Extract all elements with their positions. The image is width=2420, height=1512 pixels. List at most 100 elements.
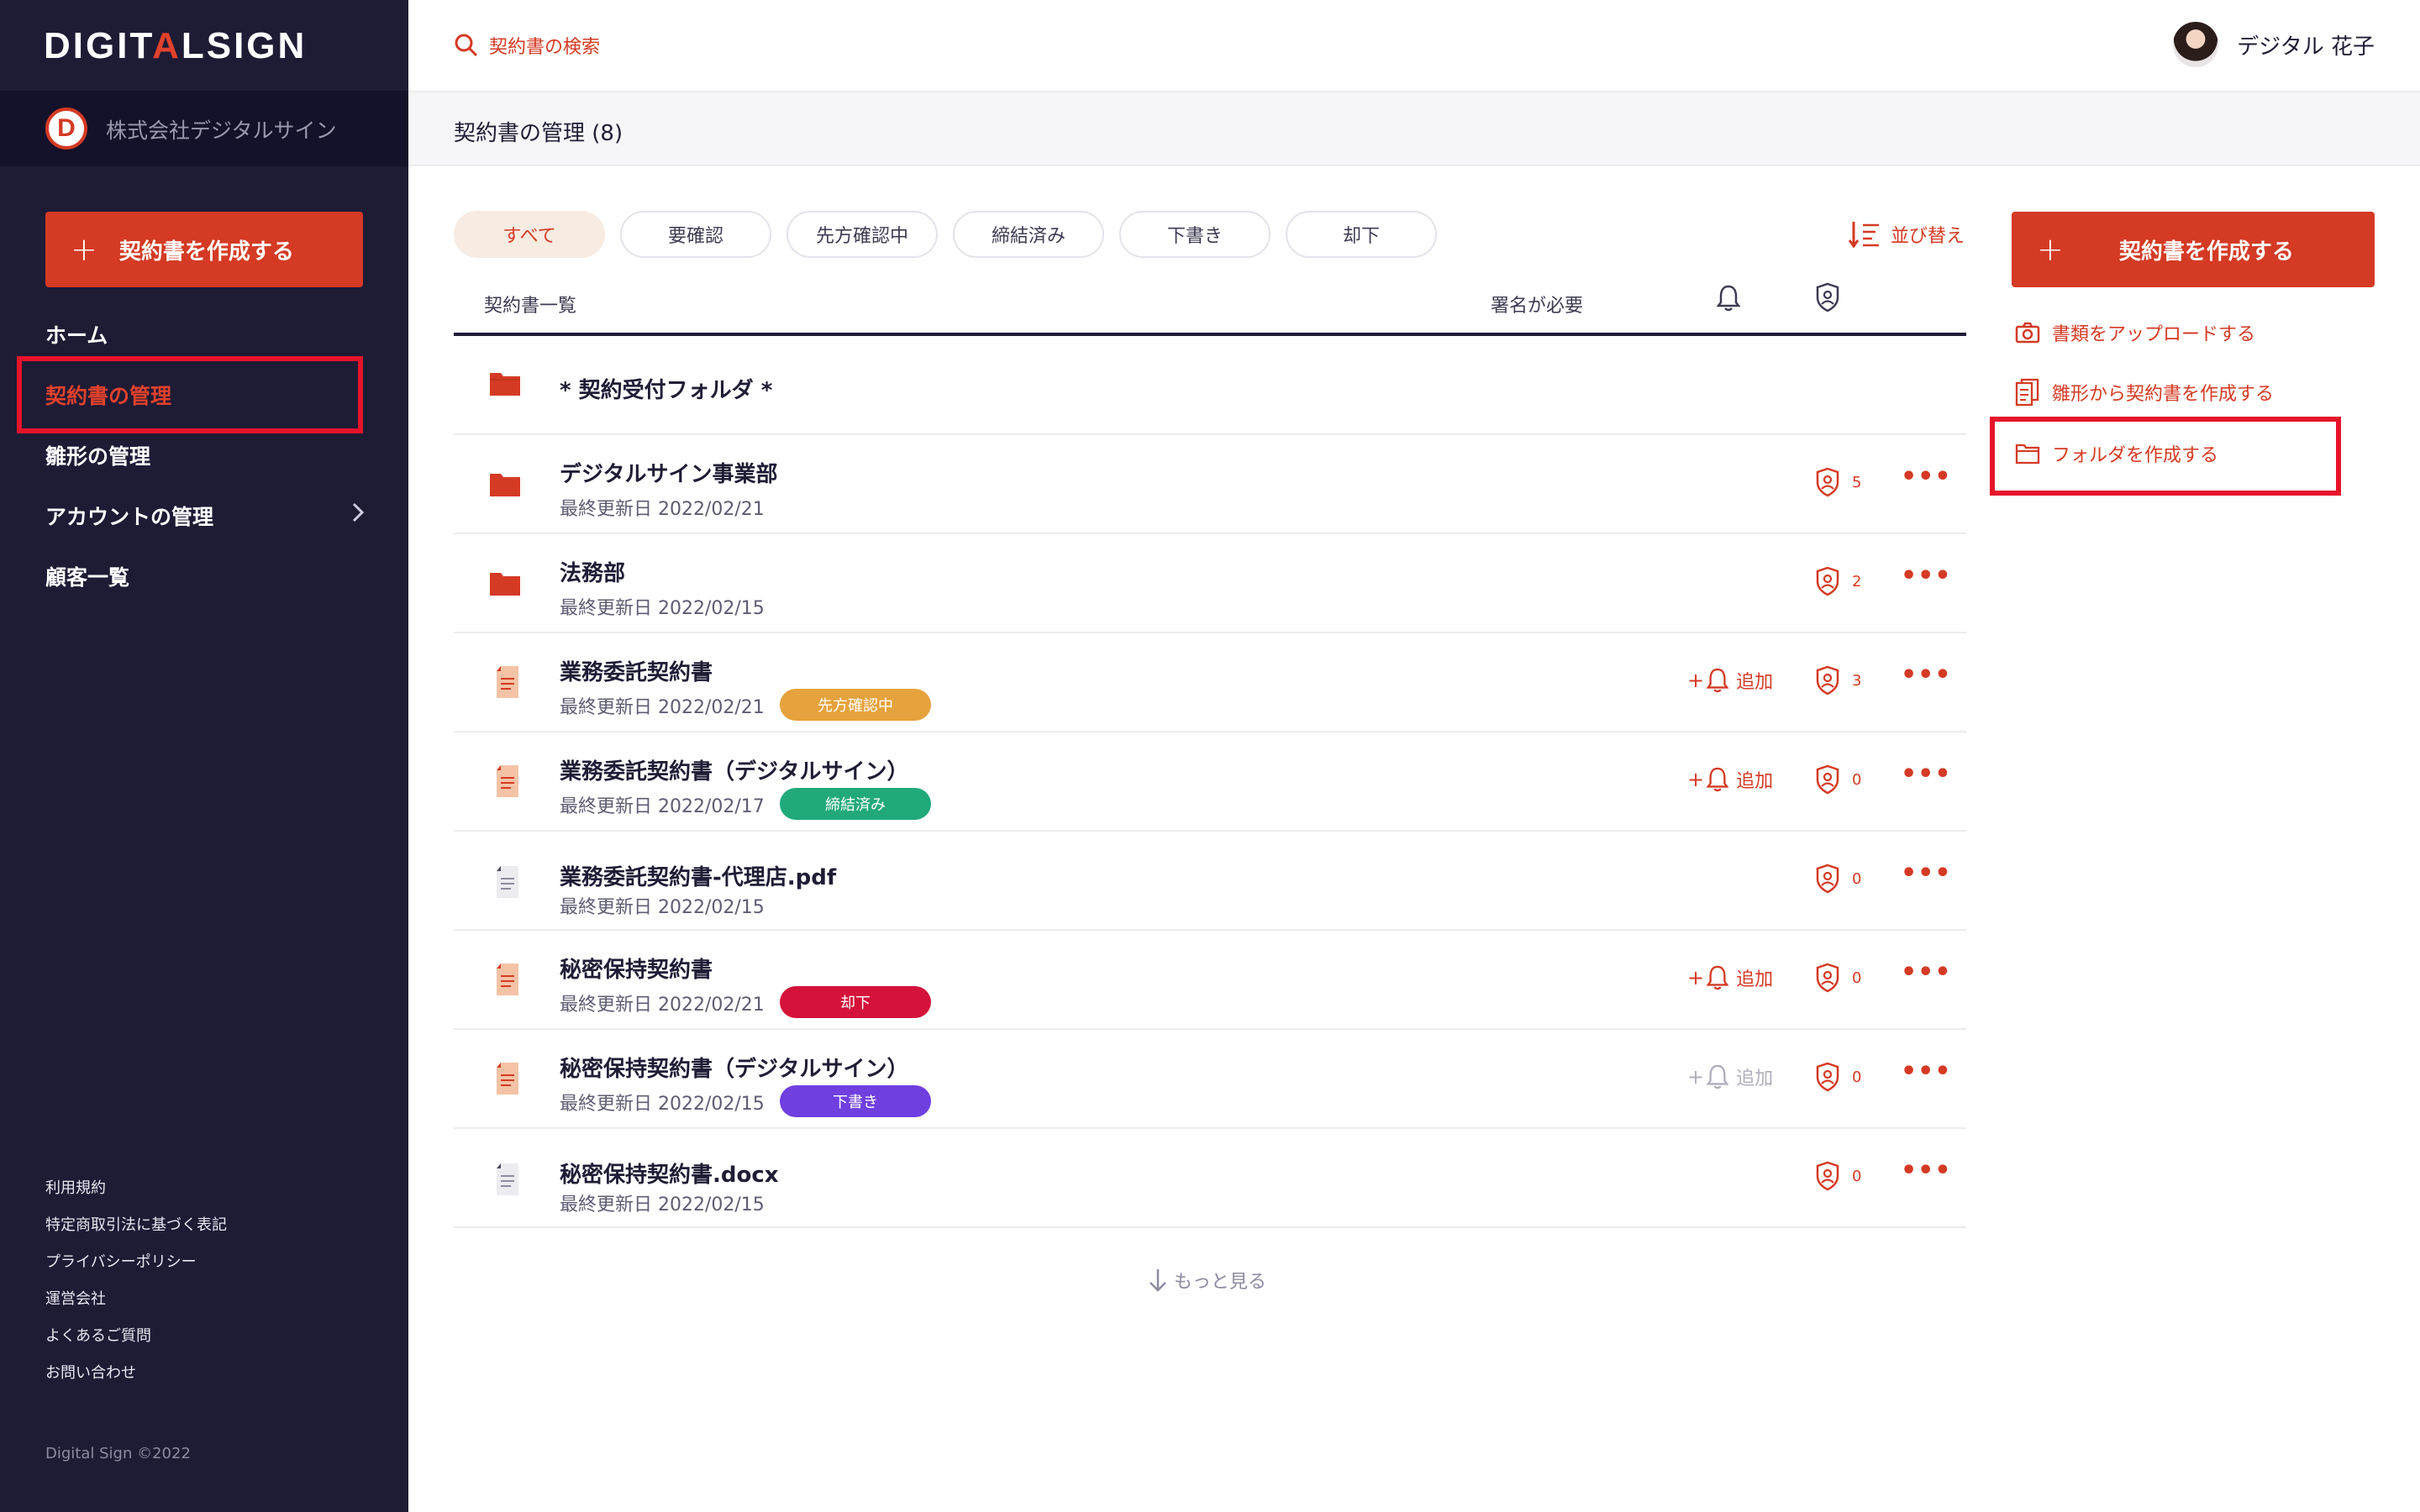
signers-indicator[interactable]: 0: [1815, 1062, 1861, 1092]
add-alert-button[interactable]: + 追加: [1687, 766, 1773, 793]
filter-concluded[interactable]: 締結済み: [953, 211, 1104, 258]
camera-icon: [2015, 322, 2040, 344]
contract-document-icon: [496, 764, 519, 801]
user-menu[interactable]: デジタル 花子: [2173, 22, 2375, 67]
table-row[interactable]: 業務委託契約書（デジタルサイン） 最終更新日 2022/02/17 締結済み +…: [454, 732, 1966, 832]
status-badge: 却下: [780, 986, 931, 1018]
table-row[interactable]: 秘密保持契約書（デジタルサイン） 最終更新日 2022/02/15 下書き + …: [454, 1030, 1966, 1129]
app-logo[interactable]: DIGITALSIGN: [44, 25, 307, 67]
row-title: 業務委託契約書（デジタルサイン）: [560, 759, 909, 785]
add-alert-label: 追加: [1736, 969, 1774, 990]
footer-link-privacy[interactable]: プライバシーポリシー: [45, 1252, 227, 1289]
folder-icon: [489, 570, 521, 600]
sort-button[interactable]: 並び替え: [1849, 220, 1965, 249]
row-title: 秘密保持契約書.docx: [560, 1163, 779, 1188]
more-options-icon[interactable]: •••: [1901, 958, 1952, 987]
search-input[interactable]: 契約書の検索: [454, 32, 600, 59]
sidebar-item-customers[interactable]: 顧客一覧: [45, 561, 365, 591]
org-avatar: D: [45, 108, 87, 150]
search-placeholder: 契約書の検索: [489, 37, 601, 58]
bell-icon: [1706, 965, 1729, 990]
row-date: 最終更新日 2022/02/15: [560, 897, 765, 918]
status-badge: 下書き: [780, 1085, 931, 1117]
signer-count: 5: [1852, 473, 1862, 491]
filter-draft[interactable]: 下書き: [1119, 211, 1270, 258]
footer-link-terms[interactable]: 利用規約: [45, 1178, 227, 1215]
org-name: 株式会社デジタルサイン: [106, 118, 337, 143]
sidebar: DIGITALSIGN D 株式会社デジタルサイン + 契約書を作成する ホーム…: [0, 0, 408, 1512]
sidebar-item-templates[interactable]: 雛形の管理: [45, 440, 365, 470]
signers-indicator[interactable]: 3: [1815, 665, 1861, 696]
bell-icon: [1706, 1064, 1729, 1089]
add-alert-button[interactable]: + 追加: [1687, 667, 1773, 694]
table-row[interactable]: デジタルサイン事業部 最終更新日 2022/02/21 5 •••: [454, 435, 1966, 534]
signer-count: 0: [1852, 770, 1862, 789]
contract-document-icon: [496, 1062, 519, 1099]
more-options-icon[interactable]: •••: [1901, 660, 1952, 690]
table-header: 契約書一覧 署名が必要: [454, 281, 1966, 336]
add-alert-label: 追加: [1736, 1068, 1774, 1089]
plus-icon: +: [2037, 231, 2064, 268]
signers-indicator[interactable]: 0: [1815, 764, 1861, 795]
filter-all[interactable]: すべて: [454, 211, 605, 258]
shield-icon: [1816, 467, 1839, 497]
copyright: Digital Sign ©2022: [45, 1445, 191, 1462]
template-document-icon: [2015, 378, 2039, 407]
more-options-icon[interactable]: •••: [1901, 858, 1952, 888]
create-from-template-link[interactable]: 雛形から契約書を作成する: [2015, 378, 2274, 407]
more-options-icon[interactable]: •••: [1901, 1057, 1952, 1086]
footer-links: 利用規約 特定商取引法に基づく表記 プライバシーポリシー 運営会社 よくあるご質…: [45, 1178, 227, 1399]
sidebar-item-account[interactable]: アカウントの管理: [45, 501, 365, 531]
shield-icon: [1816, 566, 1839, 596]
table-row[interactable]: * 契約受付フォルダ *: [454, 336, 1966, 435]
footer-link-commerce[interactable]: 特定商取引法に基づく表記: [45, 1215, 227, 1252]
filter-needs-review[interactable]: 要確認: [620, 211, 771, 258]
add-alert-button[interactable]: + 追加: [1687, 1063, 1773, 1090]
highlight-annotation-folder: [1990, 417, 2341, 496]
row-date: 最終更新日 2022/02/17: [560, 796, 765, 817]
sidebar-item-home[interactable]: ホーム: [45, 319, 365, 349]
signers-indicator[interactable]: 2: [1815, 566, 1861, 596]
table-row[interactable]: 秘密保持契約書 最終更新日 2022/02/21 却下 + 追加 0 •••: [454, 931, 1966, 1030]
create-contract-button[interactable]: + 契約書を作成する: [2012, 212, 2375, 287]
plus-icon: +: [1687, 669, 1705, 692]
row-title: デジタルサイン事業部: [560, 462, 778, 487]
shield-icon: [1816, 1062, 1839, 1092]
bell-icon: [1706, 668, 1729, 693]
footer-link-company[interactable]: 運営会社: [45, 1289, 227, 1326]
search-icon: [455, 34, 478, 57]
filter-rejected[interactable]: 却下: [1286, 211, 1437, 258]
signer-count: 3: [1852, 671, 1862, 690]
sidebar-item-label: アカウントの管理: [45, 505, 214, 529]
signer-count: 0: [1852, 1167, 1862, 1185]
logo-part2: LSIGN: [181, 25, 308, 66]
table-row[interactable]: 業務委託契約書-代理店.pdf 最終更新日 2022/02/15 0 •••: [454, 832, 1966, 931]
row-title: 秘密保持契約書: [560, 958, 713, 983]
chevron-right-icon: [351, 501, 365, 529]
table-row[interactable]: 法務部 最終更新日 2022/02/15 2 •••: [454, 534, 1966, 633]
org-switcher[interactable]: D 株式会社デジタルサイン: [0, 91, 408, 166]
footer-link-faq[interactable]: よくあるご質問: [45, 1326, 227, 1362]
upload-document-link[interactable]: 書類をアップロードする: [2015, 319, 2255, 346]
filter-pending-counterparty[interactable]: 先方確認中: [786, 211, 938, 258]
signers-indicator[interactable]: 0: [1815, 864, 1861, 894]
signers-indicator[interactable]: 5: [1815, 467, 1861, 497]
more-options-icon[interactable]: •••: [1901, 759, 1952, 789]
shield-icon: [1815, 282, 1840, 318]
column-header-list: 契約書一覧: [484, 296, 577, 317]
signers-indicator[interactable]: 0: [1815, 1161, 1861, 1191]
top-bar: 契約書の検索 デジタル 花子: [408, 0, 2420, 91]
row-date: 最終更新日 2022/02/21: [560, 697, 765, 718]
table-row[interactable]: 秘密保持契約書.docx 最終更新日 2022/02/15 0 •••: [454, 1129, 1966, 1228]
load-more-button[interactable]: もっと見る: [1147, 1267, 1266, 1294]
more-options-icon[interactable]: •••: [1901, 462, 1952, 491]
table-row[interactable]: 業務委託契約書 最終更新日 2022/02/21 先方確認中 + 追加 3 ••…: [454, 633, 1966, 732]
more-options-icon[interactable]: •••: [1901, 561, 1952, 591]
signer-count: 2: [1852, 572, 1862, 591]
more-options-icon[interactable]: •••: [1901, 1156, 1952, 1185]
logo-part1: DIGIT: [44, 25, 153, 66]
signers-indicator[interactable]: 0: [1815, 963, 1861, 993]
add-alert-button[interactable]: + 追加: [1687, 964, 1773, 991]
sidebar-create-contract-button[interactable]: + 契約書を作成する: [45, 212, 363, 287]
footer-link-contact[interactable]: お問い合わせ: [45, 1362, 227, 1399]
